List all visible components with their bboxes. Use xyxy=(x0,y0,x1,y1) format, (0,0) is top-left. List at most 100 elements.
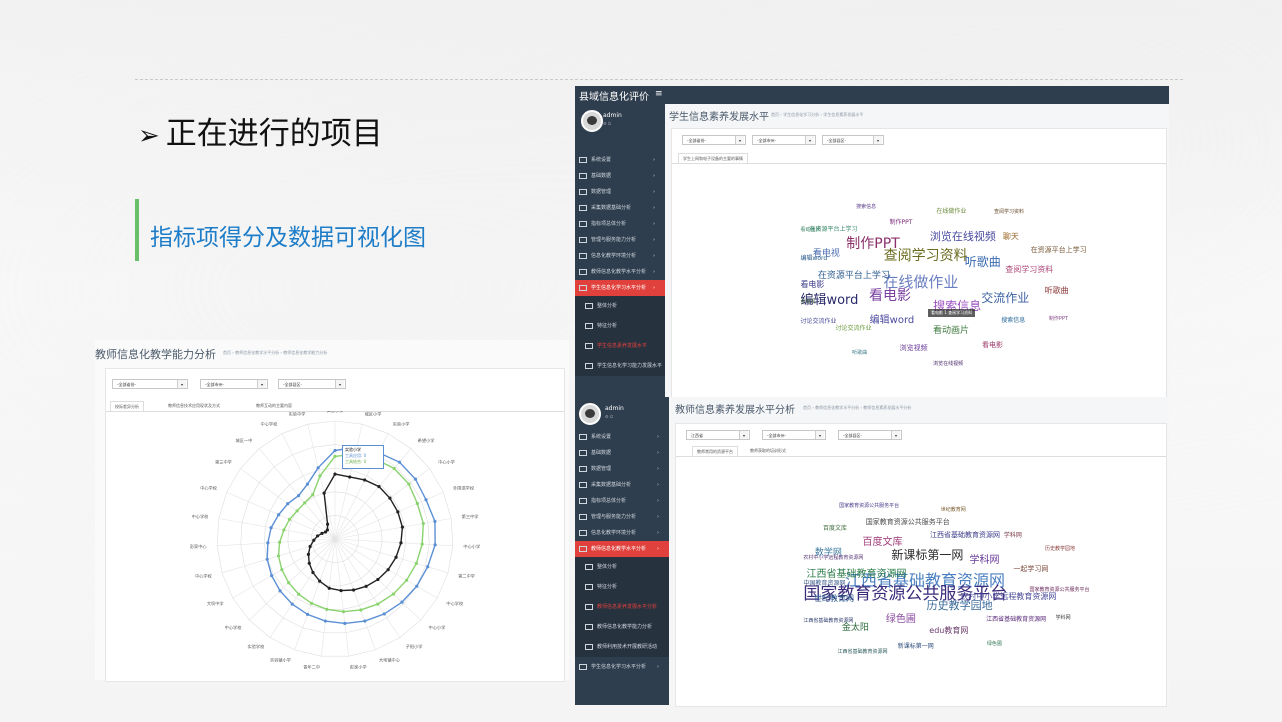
submenu-item[interactable]: 教师信息化教学能力分析 xyxy=(575,617,669,637)
wordcloud-word[interactable]: 金太阳 xyxy=(842,623,869,633)
wordcloud-word[interactable]: 搜索信息 xyxy=(856,205,876,210)
wordcloud-word[interactable]: edu教育网 xyxy=(929,626,968,635)
wordcloud-word[interactable]: 在资源平台上学习 xyxy=(1031,246,1087,254)
wordcloud-word[interactable]: 世纪教育网 xyxy=(814,595,854,603)
wordcloud-word[interactable]: 看电视 xyxy=(800,300,815,305)
wordcloud-word[interactable]: 听歌曲 xyxy=(1045,287,1069,295)
wordcloud-word[interactable]: 制作PPT xyxy=(1049,316,1068,322)
wordcloud-word[interactable]: 一起学习网 xyxy=(1013,565,1048,573)
sidebar-item[interactable]: 基础数据 › xyxy=(575,445,669,461)
wordcloud-word[interactable]: 世纪教育网 xyxy=(941,508,966,513)
wordcloud-word[interactable]: 国家教育资源公共服务平台 xyxy=(1030,587,1090,593)
wordcloud-word[interactable]: 看动画片 xyxy=(933,327,969,336)
sidebar-item[interactable]: 指标项总体分析 › xyxy=(575,216,665,232)
wordcloud-word[interactable]: 百度文库 xyxy=(823,526,847,532)
wordcloud-word[interactable]: 江西省基础教育资源网 xyxy=(837,649,887,655)
wordcloud-word[interactable]: 听歌曲 xyxy=(852,350,867,356)
sidebar-item[interactable]: 系统设置 › xyxy=(575,429,669,445)
wordcloud-word[interactable]: 搜索信息 xyxy=(1001,318,1025,324)
wordcloud-word[interactable]: 农村中小学远程教育资源网 xyxy=(960,592,1056,601)
wordcloud-word[interactable]: 浏览视频 xyxy=(900,344,928,352)
wordcloud-word[interactable]: 绿色圃 xyxy=(886,614,916,625)
wordcloud-word[interactable]: 百度文库 xyxy=(863,538,903,548)
sidebar-item[interactable]: 采集数据基础分析 › xyxy=(575,477,669,493)
submenu-item[interactable]: 特征分析 xyxy=(575,316,665,336)
breadcrumb[interactable]: 首页 › 教师信息化教学水平分析 › 教师信息化教学能力分析 xyxy=(223,350,327,356)
wordcloud-word[interactable]: 讨论交流作业 xyxy=(800,319,836,325)
wordcloud-word[interactable]: 学科网 xyxy=(970,556,1000,566)
wordcloud-word[interactable]: 浏览在线视频 xyxy=(933,362,963,367)
wordcloud-word[interactable]: 国家教育资源公共服务平台 xyxy=(839,504,899,509)
wordcloud-word[interactable]: 听歌曲 xyxy=(965,256,1001,268)
wordcloud-word[interactable]: 江西省基础教育资源网 xyxy=(807,570,907,580)
county-select[interactable]: -全部县区- xyxy=(822,135,884,145)
sidebar-item[interactable]: 指标项总体分析 › xyxy=(575,493,669,509)
wordcloud-word[interactable]: 历史教学园地 xyxy=(1045,546,1075,552)
sidebar-item[interactable]: 教师信息化教学水平分析 › xyxy=(575,264,665,280)
wordcloud-word[interactable]: 学科网 xyxy=(1056,615,1071,621)
wordcloud-word[interactable]: 中国教育资源网 xyxy=(803,580,845,587)
county-select[interactable]: -全部县区- xyxy=(278,379,346,389)
breadcrumb[interactable]: 首页 › 教师信息化教学水平分析 › 教师信息素养发展水平分析 xyxy=(803,405,911,411)
wordcloud-word[interactable]: 绿色圃 xyxy=(987,642,1002,647)
submenu-item[interactable]: 教师利用技术开展教研活动 xyxy=(575,637,669,657)
submenu-item[interactable]: 特征分析 xyxy=(575,577,669,597)
sidebar-item[interactable]: 信息化教学环境分析 › xyxy=(575,525,669,541)
tab-tech-usage[interactable]: 教师信息技术应用现状及方式 xyxy=(164,401,224,411)
wordcloud-word[interactable]: 制作PPT xyxy=(889,220,912,226)
avatar[interactable] xyxy=(581,110,603,132)
sidebar-item[interactable]: 学生信息化学习水平分析 › xyxy=(575,659,669,675)
city-select[interactable]: -全部市州- xyxy=(752,135,816,145)
county-select[interactable]: -全部县区- xyxy=(838,430,902,440)
wordcloud-word[interactable]: 江西省基础教育资源网 xyxy=(986,617,1046,623)
sidebar-item[interactable]: 信息化教学环境分析 › xyxy=(575,248,665,264)
wordcloud-word[interactable]: 历史教学园地 xyxy=(927,600,993,611)
sidebar-item[interactable]: 基础数据 › xyxy=(575,168,665,184)
tab-training-forms[interactable]: 教师获取的培训形式 xyxy=(746,446,790,456)
wordcloud-word[interactable]: 看电影 xyxy=(869,289,911,303)
wordcloud-word[interactable]: 交流作业 xyxy=(981,292,1029,304)
sidebar-item[interactable]: 采集数据基础分析 › xyxy=(575,200,665,216)
sidebar-item[interactable]: 学生信息化学习水平分析 › xyxy=(575,280,665,296)
wordcloud-word[interactable]: 查阅学习资料 xyxy=(994,210,1024,215)
sidebar-item[interactable]: 数据管理 › xyxy=(575,184,665,200)
wordcloud-word[interactable]: 聊天 xyxy=(1003,232,1019,241)
sidebar-item[interactable]: 管理与服务能力分析 › xyxy=(575,232,665,248)
province-select[interactable]: -全部省份- xyxy=(682,135,746,145)
wordcloud-word[interactable]: 新课标第一网 xyxy=(891,549,963,561)
city-select[interactable]: -全部市州- xyxy=(200,379,268,389)
submenu-item[interactable]: 整体分析 xyxy=(575,557,669,577)
submenu-item[interactable]: 学生信息素养发展水平 xyxy=(575,336,665,356)
submenu-item[interactable]: 整体分析 xyxy=(575,296,665,316)
sidebar-item[interactable]: 系统设置 › xyxy=(575,152,665,168)
breadcrumb[interactable]: 首页 › 学生信息化学习分析 › 学生信息素养发展水平 xyxy=(771,112,863,118)
wordcloud-word[interactable]: 编辑word xyxy=(870,315,915,326)
province-select[interactable]: -全部省份- xyxy=(112,379,188,389)
province-select[interactable]: 江西省 xyxy=(686,430,750,440)
wordcloud-word[interactable]: 编辑word xyxy=(800,256,827,262)
hamburger-icon[interactable]: ≡ xyxy=(655,89,663,99)
wordcloud-word[interactable]: 查阅学习资料 xyxy=(1005,266,1053,274)
wordcloud-word[interactable]: 制作PPT xyxy=(846,237,899,251)
wordcloud-word[interactable]: 国家教育资源公共服务平台 xyxy=(866,518,950,526)
wordcloud-word[interactable]: 看电影 xyxy=(982,342,1003,349)
city-select[interactable]: -全部市州- xyxy=(762,430,826,440)
sidebar-item[interactable]: 管理与服务能力分析 › xyxy=(575,509,669,525)
tab-interaction-content[interactable]: 教师互动的主要内容 xyxy=(252,401,296,411)
sidebar-item[interactable]: 数据管理 › xyxy=(575,461,669,477)
wordcloud-word[interactable]: 江西省基础教育资源网 xyxy=(930,532,1000,539)
wordcloud-word[interactable]: 浏览在线视频 xyxy=(930,231,996,242)
wordcloud-word[interactable]: 看动画片 xyxy=(800,227,820,233)
sidebar-item[interactable]: 教师信息化教学水平分析 › xyxy=(575,541,669,557)
submenu-item[interactable]: 教师信息素养发展水平分析 xyxy=(575,597,669,617)
wordcloud-word[interactable]: 在资源平台上学习 xyxy=(818,271,890,281)
wordcloud-word[interactable]: 在线做作业 xyxy=(936,208,966,215)
wordcloud-word[interactable]: 讨论交流作业 xyxy=(836,326,872,332)
wordcloud-word[interactable]: 学科网 xyxy=(1004,532,1022,539)
user-actions[interactable]: ⚙ ⏻ xyxy=(605,414,613,419)
wordcloud-word[interactable]: 看电影 xyxy=(800,280,824,289)
wordcloud-word[interactable]: 江西省基础教育资源网 xyxy=(803,618,853,624)
user-actions[interactable]: ⚙ ⏻ xyxy=(603,121,611,126)
avatar[interactable] xyxy=(579,403,601,425)
wordcloud-word[interactable]: 新课标第一网 xyxy=(898,644,934,650)
